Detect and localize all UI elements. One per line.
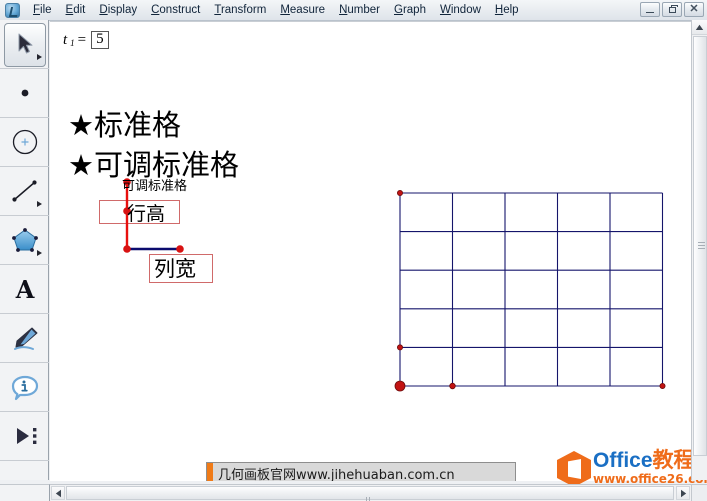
sketch-canvas[interactable]: t1 = 5 ★标准格 ★可调标准格 可调标准格 行高 列宽 几何画板官网www… xyxy=(50,21,691,481)
adjustable-grid-widget xyxy=(123,178,184,253)
menu-transform[interactable]: Transform xyxy=(207,1,273,19)
menu-bar: File Edit Display Construct Transform Measure… xyxy=(0,0,707,21)
horizontal-scrollbar[interactable] xyxy=(50,484,691,501)
widget-title-label[interactable]: 可调标准格 xyxy=(122,175,187,194)
watermark-banner: 几何画板官网www.jihehuaban.com.cn xyxy=(206,462,516,481)
polygon-tool[interactable] xyxy=(0,216,49,264)
text-tool[interactable]: A xyxy=(0,265,49,313)
grid-point-bottom-right xyxy=(659,382,666,389)
point-tool[interactable] xyxy=(0,69,49,117)
straightedge-line-tool[interactable] xyxy=(0,167,49,215)
scroll-left-icon[interactable] xyxy=(51,486,65,500)
grid-point-left-unit xyxy=(396,344,403,351)
vertical-scroll-thumb[interactable] xyxy=(693,36,707,456)
scroll-grip-icon xyxy=(366,491,374,501)
toolbox-footer xyxy=(0,484,50,501)
horizontal-scroll-thumb[interactable] xyxy=(66,486,674,501)
scroll-right-icon[interactable] xyxy=(676,486,690,500)
measurement-t1[interactable]: t1 = 5 xyxy=(63,31,109,49)
sketchpad-window: File Edit Display Construct Transform Measure… xyxy=(0,0,707,501)
toolbox: A xyxy=(0,20,49,480)
measurement-subscript: 1 xyxy=(70,38,75,48)
watermark-text: 几何画板官网www.jihehuaban.com.cn xyxy=(218,467,455,482)
grid-point-origin xyxy=(394,380,406,392)
vertical-scrollbar[interactable] xyxy=(691,20,707,480)
restore-button[interactable] xyxy=(662,2,682,17)
office-hexagon-icon xyxy=(557,451,591,487)
grid-point-top-left xyxy=(396,189,403,196)
window-controls: ✕ xyxy=(640,2,704,17)
arrow-tool-flyout-icon[interactable] xyxy=(37,54,42,60)
menu-number[interactable]: Number xyxy=(332,1,387,19)
menu-help[interactable]: Help xyxy=(488,1,526,19)
menu-display[interactable]: Display xyxy=(92,1,144,19)
grid-point-bottom-unit xyxy=(449,382,456,390)
menu-edit[interactable]: Edit xyxy=(59,1,93,19)
menu-construct[interactable]: Construct xyxy=(144,1,207,19)
logo-brand-first: Office xyxy=(593,449,653,472)
svg-text:A: A xyxy=(14,275,34,303)
row-height-label[interactable]: 行高 xyxy=(127,199,165,226)
measurement-variable: t xyxy=(63,31,68,48)
arrow-select-tool[interactable] xyxy=(0,20,49,68)
custom-tools[interactable] xyxy=(0,412,49,460)
menu-file[interactable]: File xyxy=(26,1,59,19)
menu-item-list: File Edit Display Construct Transform Measure… xyxy=(26,0,526,20)
menu-window[interactable]: Window xyxy=(433,1,488,19)
measurement-equals: = xyxy=(77,31,87,48)
sketchpad-icon xyxy=(5,2,20,18)
scroll-grip-icon xyxy=(698,242,705,250)
compass-circle-tool[interactable] xyxy=(0,118,49,166)
scrollbar-corner xyxy=(691,484,707,501)
measurement-value[interactable]: 5 xyxy=(91,31,109,49)
menu-graph[interactable]: Graph xyxy=(387,1,433,19)
col-width-label[interactable]: 列宽 xyxy=(154,253,196,283)
minimize-button[interactable] xyxy=(640,2,660,17)
heading-standard-grid[interactable]: ★标准格 xyxy=(68,102,181,144)
scroll-up-icon[interactable] xyxy=(692,20,707,35)
divider xyxy=(0,460,49,461)
widget-origin-point xyxy=(123,245,131,253)
marker-pen-tool[interactable] xyxy=(0,314,49,362)
information-tool[interactable] xyxy=(0,363,49,411)
close-button[interactable]: ✕ xyxy=(684,2,704,17)
col-width-end-point xyxy=(176,245,184,253)
menu-measure[interactable]: Measure xyxy=(273,1,332,19)
grid-figure[interactable] xyxy=(50,22,691,481)
